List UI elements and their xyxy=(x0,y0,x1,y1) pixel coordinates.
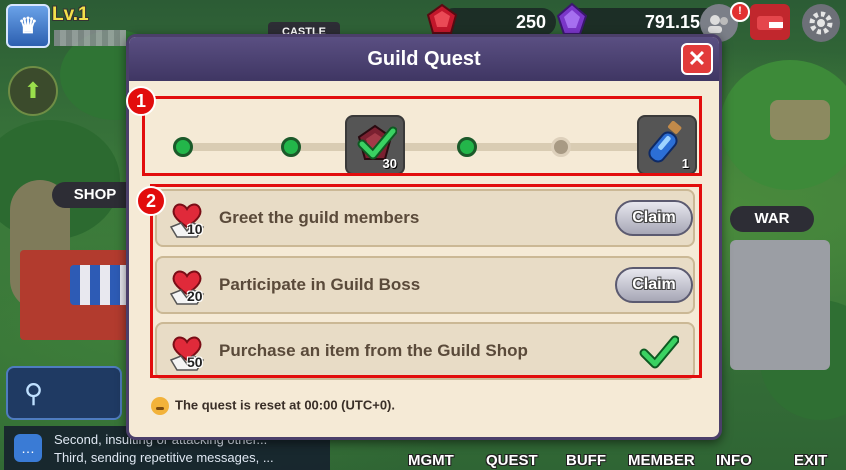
annotation-box-1 xyxy=(142,96,702,176)
player-name-blurred xyxy=(54,30,126,46)
menu-mgmt[interactable]: MGMT xyxy=(408,452,454,469)
sad-face-icon xyxy=(151,397,169,415)
gem-count: 250 xyxy=(515,12,546,32)
menu-member[interactable]: MEMBER xyxy=(628,452,695,469)
ruby-gem-icon xyxy=(424,2,460,38)
annotation-number-2: 2 xyxy=(136,186,166,216)
menu-info[interactable]: INFO xyxy=(716,452,752,469)
annotation-number-1: 1 xyxy=(126,86,156,116)
chat-bubble-icon[interactable]: … xyxy=(14,434,42,462)
menu-buff[interactable]: BUFF xyxy=(566,452,606,469)
crown-shield-icon[interactable]: ♛ xyxy=(6,4,50,48)
modal-title: Guild Quest xyxy=(367,48,481,70)
reset-note: The quest is reset at 00:00 (UTC+0). xyxy=(151,397,395,415)
purple-crystal-icon xyxy=(554,2,590,38)
annotation-box-2 xyxy=(150,184,702,378)
modal-header: Guild Quest ✕ xyxy=(129,37,719,81)
notification-badge-icon: ! xyxy=(730,2,750,22)
reset-note-text: The quest is reset at 00:00 (UTC+0). xyxy=(175,397,395,413)
map-label-war[interactable]: WAR xyxy=(730,206,814,232)
mailbox-icon[interactable] xyxy=(750,4,790,40)
magnifier-icon[interactable]: ⚲ xyxy=(6,366,122,420)
boost-arrow-icon[interactable]: ⬆ xyxy=(8,66,58,116)
close-icon[interactable]: ✕ xyxy=(681,43,713,75)
chat-line-2: Third, sending repetitive messages, ... xyxy=(54,450,274,465)
gear-icon[interactable] xyxy=(802,4,840,42)
player-level: Lv.1 xyxy=(52,4,89,25)
menu-exit[interactable]: EXIT xyxy=(794,452,827,469)
menu-quest[interactable]: QUEST xyxy=(486,452,538,469)
